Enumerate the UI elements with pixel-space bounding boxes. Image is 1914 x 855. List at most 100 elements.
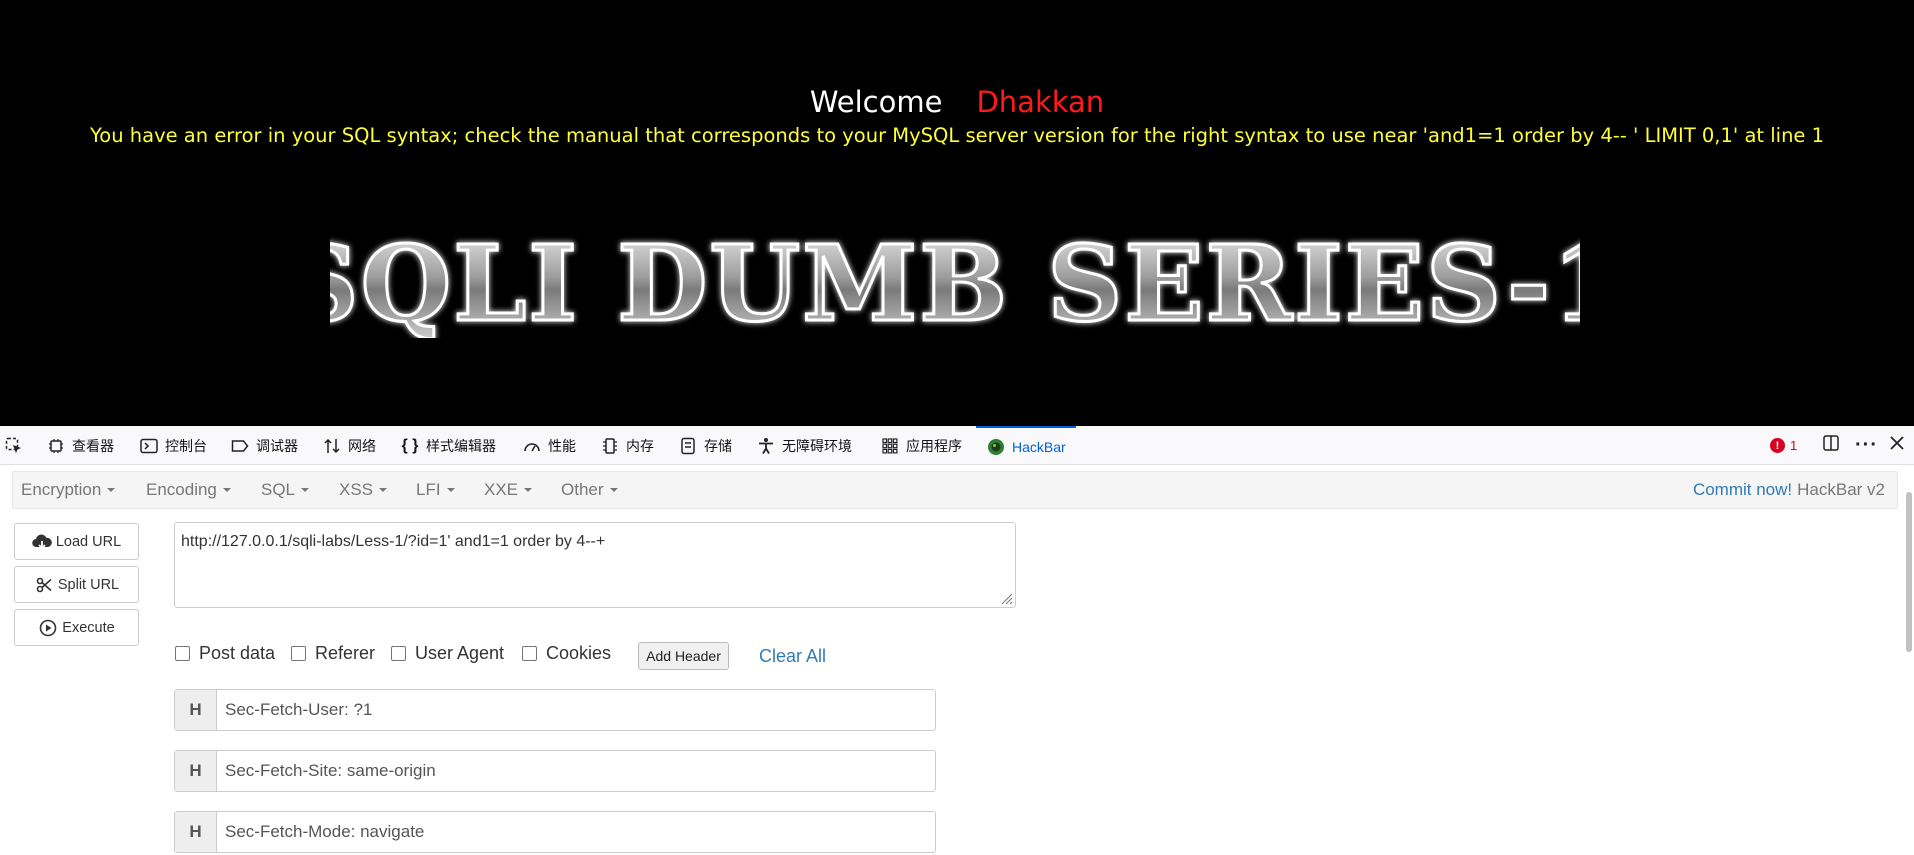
close-devtools-button[interactable]: [1890, 426, 1904, 465]
commit-area: Commit now! HackBar v2: [1693, 472, 1885, 508]
menu-other[interactable]: Other: [561, 472, 618, 508]
error-count: 1: [1790, 438, 1798, 453]
menu-lfi[interactable]: LFI: [416, 472, 455, 508]
referer-checkbox[interactable]: [291, 645, 306, 661]
tab-memory[interactable]: 内存: [600, 426, 654, 465]
tab-console[interactable]: 控制台: [139, 426, 207, 465]
welcome-text: Welcome: [809, 85, 943, 119]
url-input[interactable]: http://127.0.0.1/sqli-labs/Less-1/?id=1'…: [174, 522, 1016, 608]
performance-icon: [522, 436, 542, 456]
tab-network[interactable]: 网络: [322, 426, 376, 465]
tab-inspector[interactable]: 查看器: [46, 426, 114, 465]
execute-button[interactable]: Execute: [14, 609, 139, 646]
tab-label: 样式编辑器: [426, 437, 496, 454]
header-type-label: H: [175, 751, 217, 791]
split-url-label: Split URL: [57, 576, 120, 593]
dock-icon: [1822, 434, 1840, 457]
cloud-download-icon: [32, 532, 52, 552]
caret-down-icon: [446, 488, 455, 492]
header-row: H Sec-Fetch-User: ?1: [174, 689, 936, 731]
devtools-panel: 查看器 控制台 调试器 网络 { } 样式编辑器 性能 内存 存储 无障碍环境 …: [0, 426, 1914, 855]
post-data-label: Post data: [199, 642, 276, 663]
tab-storage[interactable]: 存储: [678, 426, 732, 465]
tab-application[interactable]: 应用程序: [880, 426, 962, 465]
caret-down-icon: [609, 488, 618, 492]
load-url-label: Load URL: [55, 533, 122, 550]
user-agent-label: User Agent: [415, 642, 505, 663]
tab-label: 存储: [704, 437, 732, 454]
tab-label: 网络: [348, 437, 376, 454]
ellipsis-icon: ···: [1855, 434, 1878, 456]
menu-label: Other: [561, 480, 604, 499]
tab-label: 查看器: [72, 437, 114, 454]
post-data-option[interactable]: Post data: [175, 638, 275, 668]
pick-element-button[interactable]: [4, 426, 30, 465]
caret-down-icon: [301, 488, 310, 492]
menu-label: Encryption: [21, 480, 102, 499]
tab-label: 性能: [548, 437, 576, 454]
header-type-label: H: [175, 812, 217, 852]
hackbar-version: HackBar v2: [1797, 480, 1885, 499]
menu-sql[interactable]: SQL: [261, 472, 310, 508]
menu-label: LFI: [416, 480, 441, 499]
accessibility-icon: [756, 436, 776, 456]
header-value-input[interactable]: Sec-Fetch-User: ?1: [217, 690, 935, 730]
tab-label: 调试器: [256, 437, 298, 454]
scissors-icon: [34, 575, 54, 595]
cookies-label: Cookies: [546, 642, 612, 663]
web-page: Welcome Dhakkan You have an error in your…: [0, 0, 1914, 426]
tab-label: 内存: [626, 437, 654, 454]
debugger-icon: [230, 436, 250, 456]
vertical-scrollbar[interactable]: [1906, 492, 1912, 652]
dock-toggle-button[interactable]: [1822, 426, 1840, 465]
header-value-input[interactable]: Sec-Fetch-Site: same-origin: [217, 751, 935, 791]
menu-label: SQL: [261, 480, 296, 499]
clear-all-link[interactable]: Clear All: [759, 643, 826, 669]
post-data-checkbox[interactable]: [175, 645, 190, 661]
tab-performance[interactable]: 性能: [522, 426, 576, 465]
resize-handle-icon[interactable]: [999, 591, 1013, 605]
pick-element-icon: [4, 436, 24, 456]
menu-encryption[interactable]: Encryption: [21, 472, 116, 508]
commit-now-link[interactable]: Commit now!: [1693, 480, 1792, 500]
url-text: http://127.0.0.1/sqli-labs/Less-1/?id=1'…: [181, 533, 606, 550]
referer-option[interactable]: Referer: [291, 638, 375, 668]
add-header-button[interactable]: Add Header: [638, 642, 729, 670]
hackbar-menu-bar: Encryption Encoding SQL XSS LFI XXE Othe…: [12, 471, 1898, 509]
tab-label: 控制台: [165, 437, 207, 454]
menu-encoding[interactable]: Encoding: [146, 472, 231, 508]
load-url-button[interactable]: Load URL: [14, 523, 139, 560]
welcome-line: Welcome Dhakkan: [0, 84, 1914, 120]
menu-label: XSS: [339, 480, 374, 499]
user-agent-checkbox[interactable]: [391, 645, 406, 661]
caret-down-icon: [107, 488, 116, 492]
error-counter[interactable]: ! 1: [1770, 426, 1797, 465]
close-icon: [1890, 436, 1904, 455]
caret-down-icon: [524, 488, 533, 492]
tab-accessibility[interactable]: 无障碍环境: [756, 426, 852, 465]
execute-label: Execute: [62, 619, 115, 636]
play-circle-icon: [38, 618, 58, 638]
tab-debugger[interactable]: 调试器: [230, 426, 298, 465]
tab-hackbar[interactable]: HackBar: [976, 426, 1076, 465]
header-row: H Sec-Fetch-Mode: navigate: [174, 811, 936, 853]
menu-xss[interactable]: XSS: [339, 472, 388, 508]
menu-label: Encoding: [146, 480, 217, 499]
tab-label: HackBar: [1012, 438, 1066, 455]
inspector-icon: [46, 436, 66, 456]
console-icon: [139, 436, 159, 456]
header-value-input[interactable]: Sec-Fetch-Mode: navigate: [217, 812, 935, 852]
network-icon: [322, 436, 342, 456]
error-icon: !: [1770, 438, 1785, 453]
cookies-checkbox[interactable]: [522, 645, 537, 661]
svg-text:SQLI DUMB SERIES-1: SQLI DUMB SERIES-1: [330, 222, 1580, 338]
more-options-button[interactable]: ···: [1855, 426, 1878, 465]
menu-xxe[interactable]: XXE: [484, 472, 533, 508]
user-agent-option[interactable]: User Agent: [391, 638, 504, 668]
split-url-button[interactable]: Split URL: [14, 566, 139, 603]
cookies-option[interactable]: Cookies: [522, 638, 611, 668]
memory-icon: [600, 436, 620, 456]
sqli-banner-logo: SQLI DUMB SERIES-1: [330, 222, 1580, 338]
caret-down-icon: [379, 488, 388, 492]
tab-style-editor[interactable]: { } 样式编辑器: [400, 426, 496, 465]
